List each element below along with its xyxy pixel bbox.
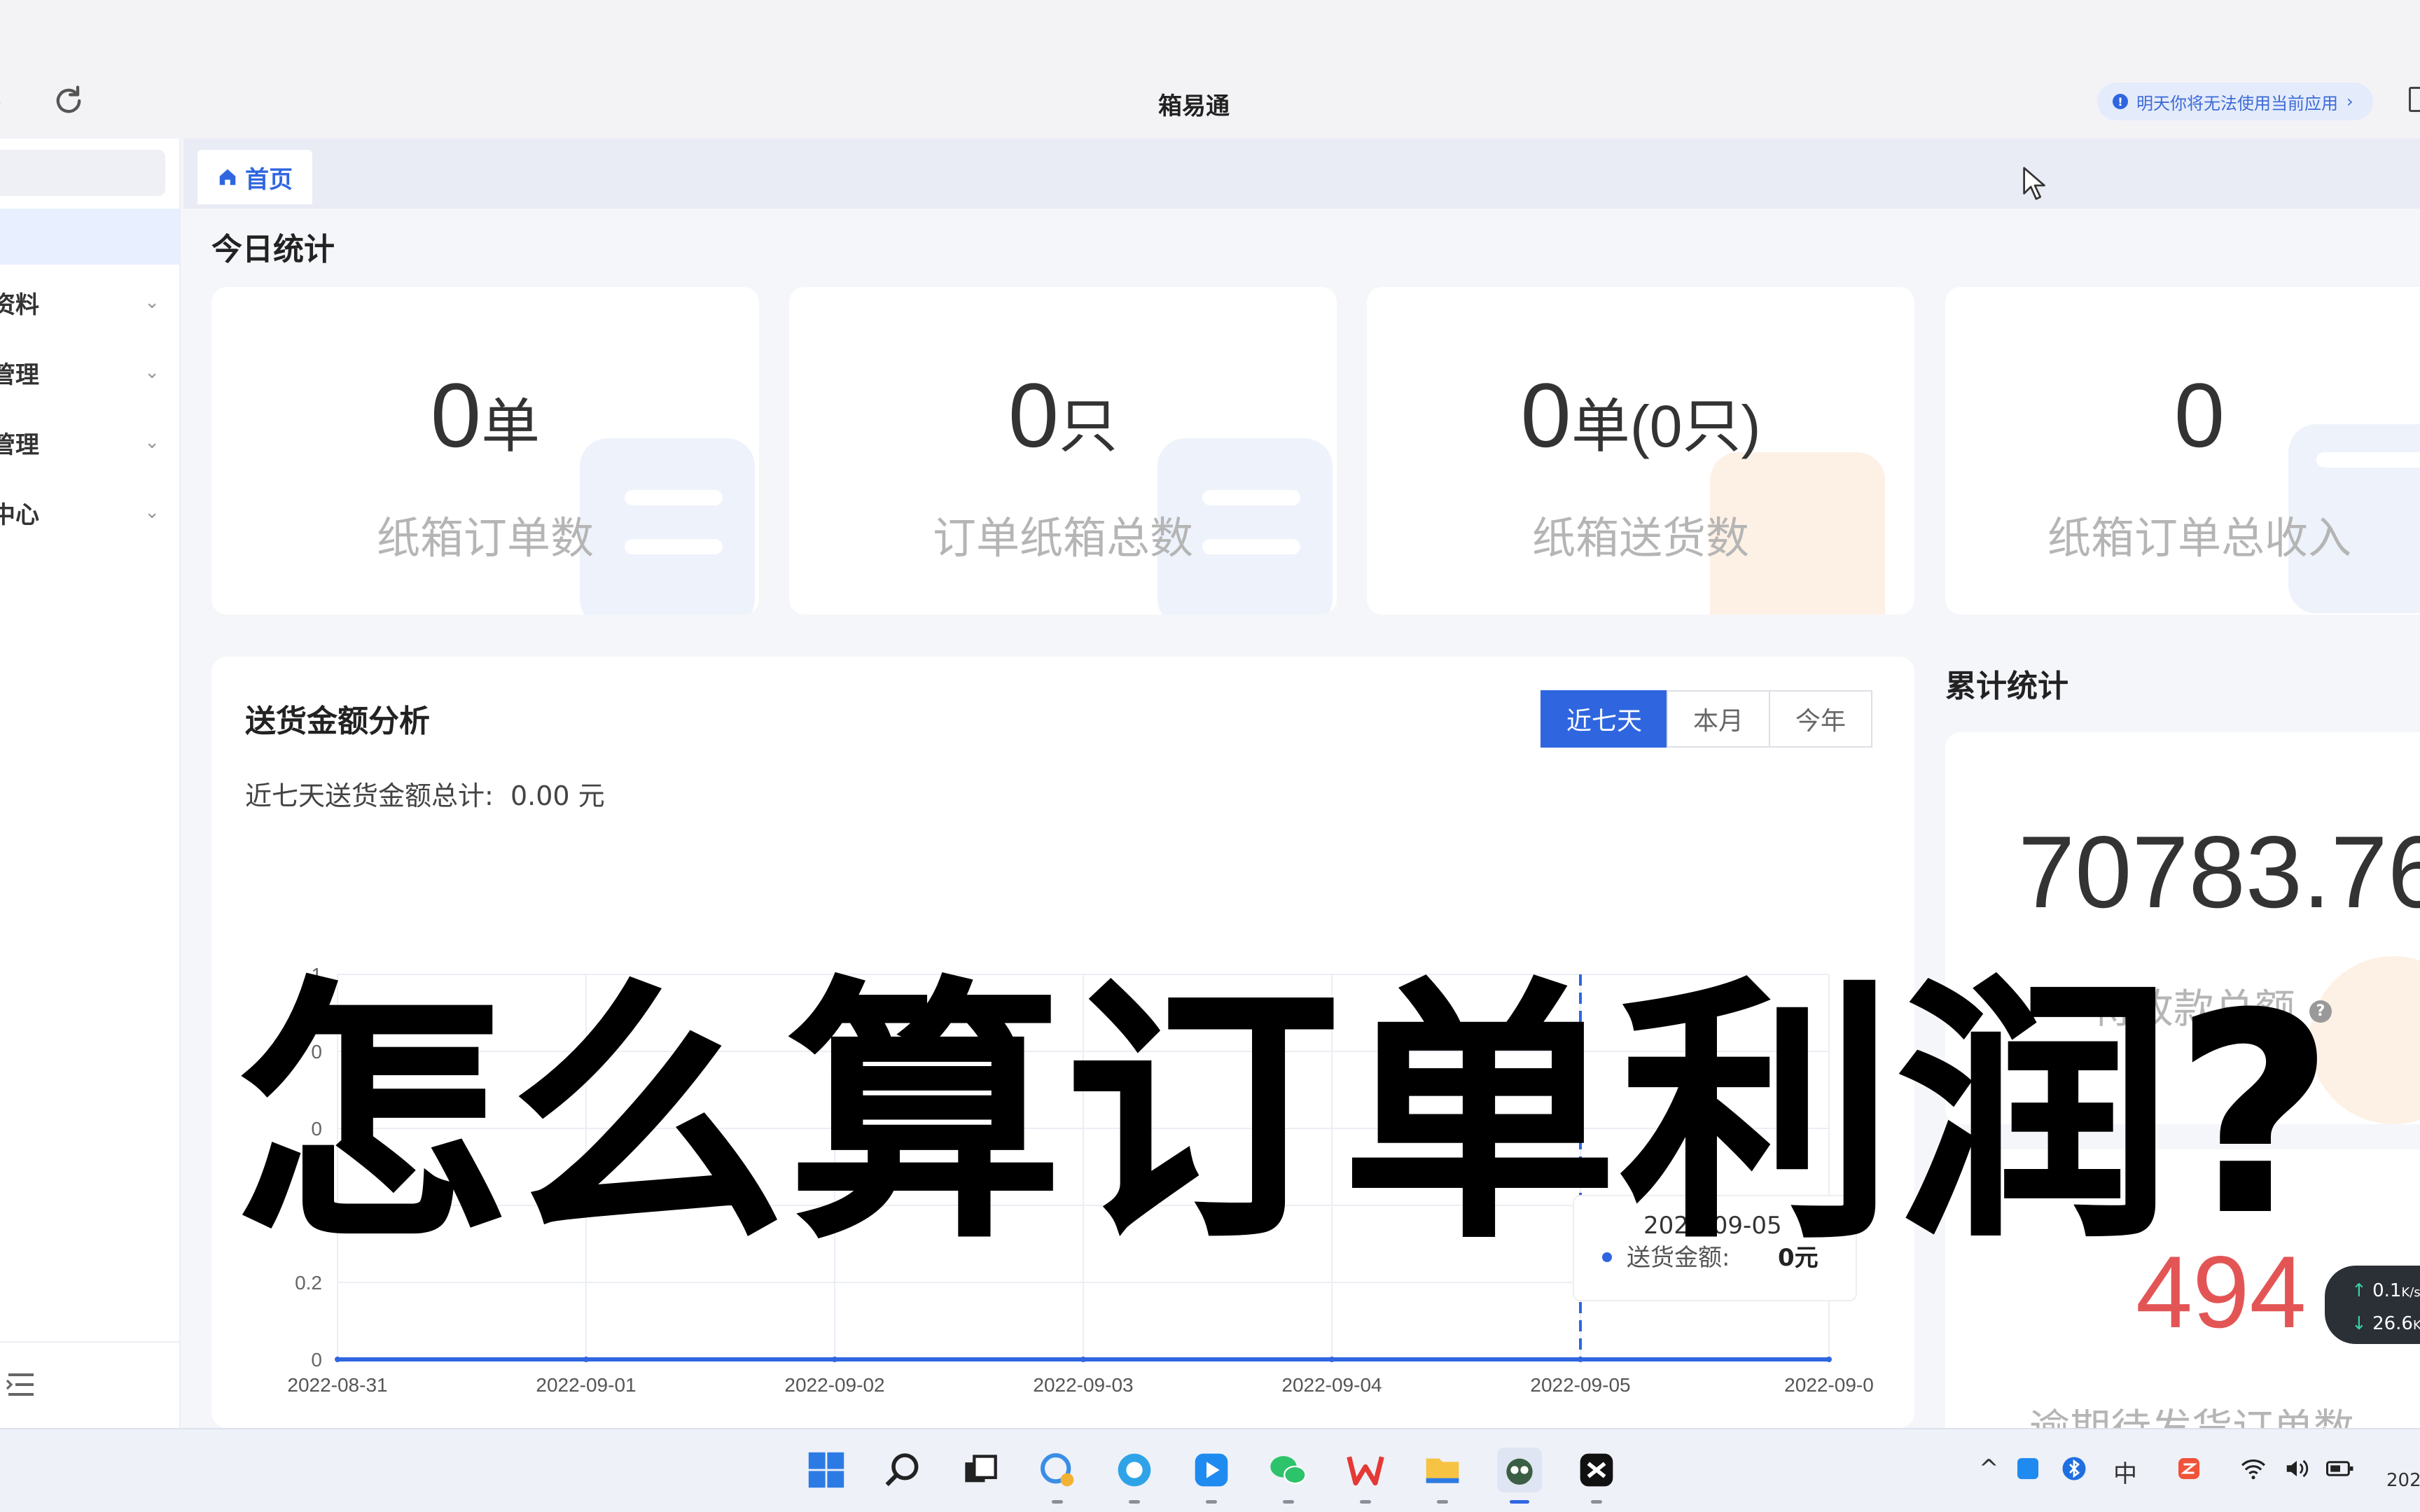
stat-value: 0只 bbox=[1008, 364, 1118, 466]
stat-value: 0单(0只) bbox=[1520, 364, 1761, 466]
data-point bbox=[1329, 1357, 1335, 1362]
sidebar-item-management-2[interactable]: 管理 ⌄ bbox=[0, 421, 160, 463]
data-point bbox=[583, 1357, 589, 1362]
stat-value: 0单 bbox=[430, 364, 541, 466]
x-tick-label: 2022-09-03 bbox=[1033, 1374, 1133, 1396]
video-caption: 怎么算订单利润? bbox=[232, 956, 2338, 1274]
stat-card-box-total: 0只 订单纸箱总数 bbox=[789, 287, 1337, 615]
cumulative-stats-title: 累计统计 bbox=[1945, 668, 2068, 704]
data-point bbox=[335, 1357, 340, 1362]
forward-icon[interactable]: › bbox=[0, 84, 3, 120]
chevron-down-icon: ⌄ bbox=[144, 502, 160, 523]
mouse-cursor-icon bbox=[2023, 167, 2045, 200]
data-point bbox=[1826, 1357, 1832, 1362]
task-view-icon[interactable] bbox=[958, 1448, 1003, 1492]
refresh-icon[interactable] bbox=[50, 83, 87, 119]
box-app-icon[interactable] bbox=[1497, 1448, 1542, 1504]
clock-text[interactable]: 202 bbox=[2386, 1470, 2420, 1491]
sidebar-item-label: 管理 bbox=[0, 360, 39, 389]
browser-icon[interactable] bbox=[1112, 1448, 1157, 1504]
collapse-menu-icon[interactable] bbox=[6, 1372, 36, 1397]
stat-value: 0 bbox=[2174, 364, 2225, 466]
y-tick-label: 0.2 bbox=[295, 1272, 322, 1294]
sidebar-item-data[interactable]: 资料 ⌄ bbox=[0, 281, 160, 323]
stat-card-order-count: 0单 纸箱订单数 bbox=[211, 287, 759, 615]
search-icon[interactable] bbox=[881, 1448, 926, 1492]
wechat-icon[interactable] bbox=[1266, 1448, 1311, 1504]
x-tick-label: 2022-09-0 bbox=[1784, 1374, 1874, 1396]
wifi-icon[interactable] bbox=[2238, 1453, 2269, 1484]
tab-home[interactable]: 首页 bbox=[197, 150, 312, 204]
sidebar-search[interactable] bbox=[0, 150, 165, 196]
capcut-icon[interactable] bbox=[1574, 1448, 1619, 1504]
data-point bbox=[1080, 1357, 1086, 1362]
chevron-down-icon: ⌄ bbox=[144, 292, 160, 313]
window-title: 箱易通 bbox=[1158, 92, 1230, 120]
media-player-icon[interactable] bbox=[1189, 1448, 1234, 1504]
tray-app-icon[interactable] bbox=[2012, 1453, 2043, 1484]
stat-label: 订单纸箱总数 bbox=[932, 512, 1193, 564]
stat-label: 纸箱订单数 bbox=[376, 512, 594, 564]
data-point bbox=[832, 1357, 837, 1362]
battery-icon[interactable] bbox=[2325, 1453, 2356, 1484]
sidebar-divider bbox=[0, 1341, 179, 1343]
chevron-right-icon: › bbox=[2346, 92, 2353, 111]
start-icon[interactable] bbox=[804, 1448, 849, 1492]
x-tick-label: 2022-09-02 bbox=[784, 1374, 884, 1396]
x-tick-label: 2022-08-31 bbox=[287, 1374, 387, 1396]
chevron-down-icon: ⌄ bbox=[144, 362, 160, 383]
sidebar-item-center[interactable]: 中心 ⌄ bbox=[0, 491, 160, 533]
wps-office-icon[interactable] bbox=[1343, 1448, 1388, 1504]
chevron-down-icon: ⌄ bbox=[144, 432, 160, 453]
chat-app-icon[interactable] bbox=[1035, 1448, 1080, 1504]
tray-wps-icon[interactable] bbox=[2174, 1453, 2204, 1484]
info-icon: ! bbox=[2113, 94, 2128, 109]
expiry-notice[interactable]: ! 明天你将无法使用当前应用 › bbox=[2097, 83, 2373, 120]
sidebar-item-label: 中心 bbox=[0, 500, 39, 529]
data-point bbox=[1578, 1357, 1583, 1362]
stat-label: 纸箱订单总收入 bbox=[2047, 512, 2351, 564]
today-stats-title: 今日统计 bbox=[211, 232, 335, 267]
sidebar: 资料 ⌄ 管理 ⌄ 管理 ⌄ 中心 ⌄ bbox=[0, 139, 181, 1428]
network-speed-widget[interactable]: ↑ 0.1K/s ↓ 26.6K/s bbox=[2325, 1266, 2420, 1344]
title-bar: › 箱易通 ! 明天你将无法使用当前应用 › bbox=[0, 0, 2420, 139]
tray-overflow-icon[interactable]: ^ bbox=[1979, 1455, 1999, 1483]
y-tick-label: 0 bbox=[311, 1349, 322, 1371]
sidebar-item-home[interactable] bbox=[0, 209, 179, 265]
notice-text: 明天你将无法使用当前应用 bbox=[2136, 93, 2338, 113]
x-tick-label: 2022-09-01 bbox=[536, 1374, 636, 1396]
stat-card-delivery-count: 0单(0只) 纸箱送货数 bbox=[1367, 287, 1914, 615]
x-tick-label: 2022-09-04 bbox=[1281, 1374, 1382, 1396]
receivable-total-value: 70783.76 bbox=[2018, 815, 2420, 929]
file-explorer-icon[interactable] bbox=[1420, 1448, 1465, 1504]
home-icon bbox=[219, 169, 236, 186]
sidebar-item-label: 资料 bbox=[0, 290, 39, 319]
tab-label: 首页 bbox=[245, 165, 293, 194]
stat-label: 纸箱送货数 bbox=[1531, 512, 1749, 564]
sidebar-item-label: 管理 bbox=[0, 430, 39, 459]
tab-strip bbox=[183, 139, 2420, 209]
stat-card-total-income: 0 纸箱订单总收入 bbox=[1945, 287, 2420, 615]
maximize-window-button[interactable] bbox=[2409, 87, 2420, 112]
input-method-indicator[interactable]: 中 bbox=[2113, 1455, 2137, 1489]
bluetooth-icon[interactable] bbox=[2059, 1453, 2089, 1484]
volume-icon[interactable] bbox=[2281, 1453, 2312, 1484]
x-tick-label: 2022-09-05 bbox=[1530, 1374, 1630, 1396]
sidebar-item-management-1[interactable]: 管理 ⌄ bbox=[0, 351, 160, 393]
taskbar: ^ 中 202 bbox=[0, 1428, 2420, 1512]
